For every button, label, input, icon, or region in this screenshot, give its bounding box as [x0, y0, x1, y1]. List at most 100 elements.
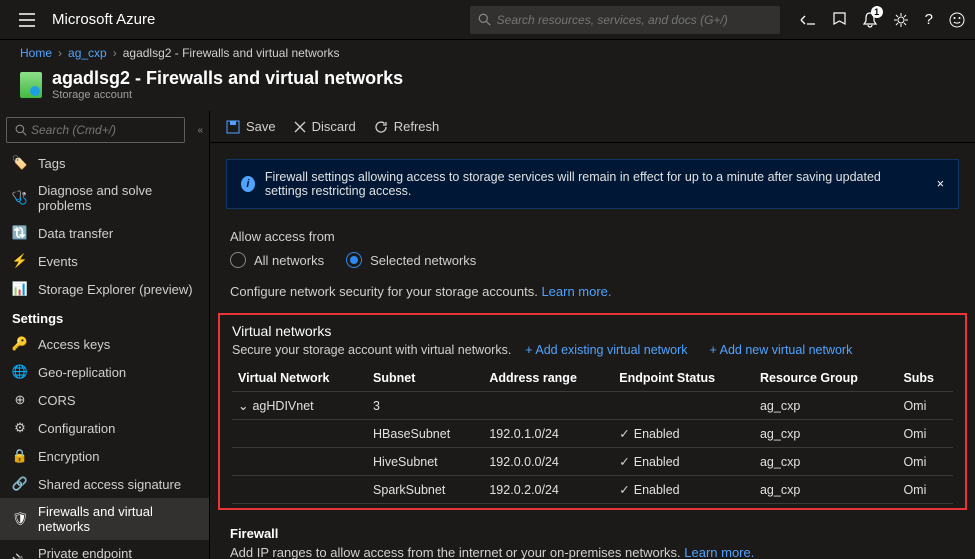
save-icon [226, 120, 240, 134]
sidebar-item[interactable]: 🌐Geo-replication [0, 358, 209, 386]
configure-text: Configure network security for your stor… [210, 276, 975, 307]
lock-icon: 🔒 [12, 448, 28, 464]
gear-icon: ⚙ [12, 420, 28, 436]
breadcrumb-sep: › [58, 46, 62, 60]
radio-selected-networks[interactable]: Selected networks [346, 252, 476, 268]
breadcrumb-sep: › [113, 46, 117, 60]
sidebar-item[interactable]: ⊕ CORS [0, 386, 209, 414]
sidebar-item[interactable]: 📊Storage Explorer (preview) [0, 275, 209, 303]
cell-subnet: HBaseSubnet [367, 420, 483, 448]
cell-status: ✓Enabled [613, 448, 754, 476]
sidebar-search-input[interactable] [31, 123, 176, 137]
sidebar-item[interactable]: 🔃Data transfer [0, 219, 209, 247]
cell-status [613, 392, 754, 420]
check-icon: ✓ [619, 483, 629, 497]
vnet-column-header[interactable]: Subs [897, 365, 953, 392]
sidebar-item-label: Access keys [38, 337, 110, 352]
menu-toggle[interactable] [10, 13, 44, 27]
vnet-column-header[interactable]: Subnet [367, 365, 483, 392]
vnet-column-header[interactable]: Address range [483, 365, 613, 392]
cell-subnet: SparkSubnet [367, 476, 483, 504]
sidebar-item[interactable]: 🔑Access keys [0, 330, 209, 358]
radio-icon [230, 252, 246, 268]
sidebar-item-label: Firewalls and virtual networks [38, 504, 197, 534]
sidebar-item[interactable]: 🔒 Encryption [0, 442, 209, 470]
feedback-icon[interactable] [949, 12, 965, 28]
learn-more-link[interactable]: Learn more. [684, 545, 754, 559]
radio-all-networks[interactable]: All networks [230, 252, 324, 268]
cell-subnet: HiveSubnet [367, 448, 483, 476]
sidebar-search[interactable] [6, 117, 185, 143]
save-button[interactable]: Save [226, 119, 276, 134]
chevron-down-icon[interactable]: ⌄ [238, 398, 248, 413]
check-icon: ✓ [619, 455, 629, 469]
table-row[interactable]: SparkSubnet 192.0.2.0/24 ✓Enabled ag_cxp… [232, 476, 953, 504]
sidebar-item[interactable]: ⚙Configuration [0, 414, 209, 442]
vnet-column-header[interactable]: Resource Group [754, 365, 897, 392]
table-row[interactable]: HBaseSubnet 192.0.1.0/24 ✓Enabled ag_cxp… [232, 420, 953, 448]
signature-icon: 🔗 [12, 476, 28, 492]
vnet-column-header[interactable]: Endpoint Status [613, 365, 754, 392]
search-input[interactable] [497, 13, 772, 27]
learn-more-link[interactable]: Learn more. [541, 284, 611, 299]
cell-rg: ag_cxp [754, 448, 897, 476]
help-icon[interactable]: ? [925, 11, 933, 28]
sidebar-item-label: Diagnose and solve problems [38, 183, 197, 213]
discard-icon [294, 121, 306, 133]
vnet-subtitle: Secure your storage account with virtual… [232, 343, 511, 357]
cell-range [483, 392, 613, 420]
sidebar-item[interactable]: 🏷️Tags [0, 149, 209, 177]
sidebar-item-label: Private endpoint connection... [38, 546, 197, 559]
sidebar-item[interactable]: 🩺 Diagnose and solve problems [0, 177, 209, 219]
cell-vnet-name [232, 476, 367, 504]
sidebar-item-label: Encryption [38, 449, 99, 464]
cell-status: ✓Enabled [613, 476, 754, 504]
content-toolbar: Save Discard Refresh [210, 111, 975, 143]
settings-icon[interactable] [893, 12, 909, 28]
breadcrumb-parent[interactable]: ag_cxp [68, 46, 107, 60]
info-icon: i [241, 176, 255, 192]
table-row[interactable]: ⌄agHDIVnet 3 ag_cxp Omi [232, 392, 953, 420]
page-subtitle: Storage account [52, 89, 403, 101]
sidebar-item[interactable]: 🛡Firewalls and virtual networks [0, 498, 209, 540]
access-section: Allow access from All networks Selected … [210, 225, 975, 276]
info-text: Firewall settings allowing access to sto… [265, 170, 927, 198]
directory-icon[interactable] [832, 12, 847, 27]
sidebar-item-label: Geo-replication [38, 365, 126, 380]
add-new-vnet[interactable]: + Add new virtual network [710, 343, 853, 357]
sidebar-item-label: Shared access signature [38, 477, 181, 492]
topbar: Microsoft Azure 1 ? [0, 0, 975, 40]
search-icon [478, 13, 491, 26]
cloud-shell-icon[interactable] [800, 13, 816, 27]
info-banner: i Firewall settings allowing access to s… [226, 159, 959, 209]
cell-vnet-name [232, 448, 367, 476]
global-search[interactable] [470, 6, 780, 34]
refresh-button[interactable]: Refresh [374, 119, 440, 134]
sidebar-collapse[interactable]: « [191, 125, 209, 136]
cell-subs: Omi [897, 392, 953, 420]
sidebar-item[interactable]: 🔗 Shared access signature [0, 470, 209, 498]
table-row[interactable]: HiveSubnet 192.0.0.0/24 ✓Enabled ag_cxp … [232, 448, 953, 476]
sidebar-item-label: Storage Explorer (preview) [38, 282, 193, 297]
notifications-icon[interactable]: 1 [863, 12, 877, 28]
add-existing-vnet[interactable]: + Add existing virtual network [525, 343, 687, 357]
vnet-column-header[interactable]: Virtual Network [232, 365, 367, 392]
diagnose-icon: 🩺 [12, 190, 28, 206]
sidebar-item[interactable]: 🔌Private endpoint connection... [0, 540, 209, 559]
tag-icon: 🏷️ [12, 155, 28, 171]
breadcrumb-home[interactable]: Home [20, 46, 52, 60]
sidebar-heading-settings: Settings [0, 303, 209, 330]
cell-vnet-name [232, 420, 367, 448]
sidebar-item[interactable]: ⚡Events [0, 247, 209, 275]
close-icon[interactable]: × [937, 177, 944, 191]
cell-subs: Omi [897, 420, 953, 448]
events-icon: ⚡ [12, 253, 28, 269]
refresh-icon [374, 120, 388, 134]
cell-subs: Omi [897, 476, 953, 504]
sidebar-item-label: CORS [38, 393, 76, 408]
cell-vnet-name: ⌄agHDIVnet [232, 392, 367, 420]
brand-name[interactable]: Microsoft Azure [52, 11, 155, 28]
discard-button[interactable]: Discard [294, 119, 356, 134]
cors-icon: ⊕ [12, 392, 28, 408]
virtual-networks-box: Virtual networks Secure your storage acc… [218, 313, 967, 510]
